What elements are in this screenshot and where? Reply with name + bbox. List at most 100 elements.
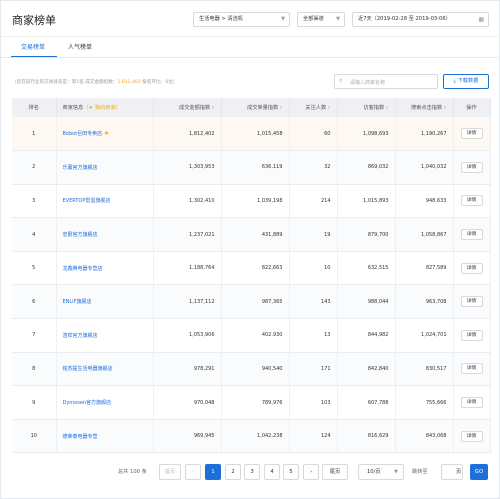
rank-cell: 9 <box>12 385 57 420</box>
table-row: 3 EVERTOP雷蛋旗舰店 1,302,410 1,039,198 214 1,015… <box>12 184 491 219</box>
header-unit[interactable]: 成交单量指数⇕ <box>221 98 290 117</box>
shop-cell: 忠爵官方旗舰店 <box>56 217 154 252</box>
header-clicks[interactable]: 搜索点击指数⇕ <box>395 98 454 117</box>
detail-button[interactable]: 详情 <box>460 161 483 173</box>
shop-link[interactable]: 渲铧官方旗舰店 <box>63 333 98 339</box>
summary-prefix: （您在该行业的交易排名是：第1名 成交金额指数： <box>12 80 118 85</box>
action-cell: 详情 <box>453 385 491 420</box>
category-select[interactable]: 生活电器 > 清洁机 ▼ <box>193 12 290 27</box>
page-3-button[interactable]: 3 <box>244 464 260 480</box>
total-count: 总共 100 条 <box>118 469 147 475</box>
header-unit-label: 成交单量指数 <box>247 105 279 111</box>
unit-cell: 636,119 <box>221 150 290 185</box>
action-cell: 详情 <box>453 419 491 454</box>
summary-suffix: 排名环比：0位） <box>140 80 178 85</box>
shop-link[interactable]: Dymosen官方旗舰店 <box>63 400 112 406</box>
detail-button[interactable]: 详情 <box>460 430 483 442</box>
header-amount-label: 成交金额指数 <box>179 105 211 111</box>
search-input[interactable]: 请输入商家名称 <box>350 79 385 86</box>
download-icon: ⤓ <box>453 78 456 84</box>
header-followers[interactable]: 关注人数⇕ <box>289 98 338 117</box>
chevron-down-icon: ▼ <box>281 16 285 22</box>
unit-cell: 402,930 <box>221 318 290 353</box>
shop-link[interactable]: 乐薯官方旗舰店 <box>63 165 98 171</box>
shop-link[interactable]: 忠爵官方旗舰店 <box>63 232 98 238</box>
visits-cell: 816,629 <box>337 419 396 454</box>
shop-cell: ENLiF旗舰店 <box>56 284 154 320</box>
shop-link[interactable]: ENLiF旗舰店 <box>63 299 92 305</box>
detail-button[interactable]: 详情 <box>460 128 483 140</box>
followers-cell: 10 <box>289 251 338 286</box>
followers-cell: 19 <box>289 217 338 252</box>
sort-icon: ⇕ <box>211 105 215 110</box>
tab-popularity-ranking[interactable]: 人气榜单 <box>68 42 92 51</box>
page-unit-label: 页 <box>456 469 462 475</box>
download-data-button[interactable]: ⤓ 下载数据 <box>443 74 489 89</box>
merchant-search[interactable]: ⌕ 请输入商家名称 <box>334 74 438 89</box>
chevron-down-icon: ▼ <box>394 469 398 475</box>
clicks-cell: 827,589 <box>395 251 454 286</box>
prev-page-button[interactable]: ‹ <box>185 464 201 480</box>
action-cell: 详情 <box>453 352 491 387</box>
shop-link[interactable]: 德荣泰电器专营 <box>63 434 98 440</box>
amount-cell: 970,048 <box>153 385 222 420</box>
header-shop: 商家信息（★ 我的商家） <box>56 98 154 117</box>
detail-button[interactable]: 详情 <box>460 363 483 375</box>
shop-link[interactable]: 龙鑫腾电器专营店 <box>63 266 103 272</box>
rank-cell: 1 <box>12 117 57 152</box>
header-visits[interactable]: 访客指数⇕ <box>337 98 396 117</box>
page-4-button[interactable]: 4 <box>264 464 280 480</box>
page-5-button[interactable]: 5 <box>283 464 299 480</box>
table-row: 1 Bobot巨田专卖店 ★ 1,812,402 1,015,458 60 1,098,6… <box>12 117 491 152</box>
visits-cell: 988,044 <box>337 284 396 320</box>
title-bar: 商家榜单 生活电器 > 清洁机 ▼ 全部渠道 ▼ 近7天（2019-02-28 … <box>1 1 500 37</box>
next-page-button[interactable]: › <box>303 464 319 480</box>
followers-cell: 60 <box>289 117 338 152</box>
header-visits-label: 访客指数 <box>363 105 385 111</box>
header-amount[interactable]: 成交金额指数⇕ <box>153 98 222 117</box>
visits-cell: 844,982 <box>337 318 396 353</box>
shop-link[interactable]: Bobot巨田专卖店 <box>63 131 103 137</box>
followers-cell: 32 <box>289 150 338 185</box>
action-cell: 详情 <box>453 150 491 185</box>
ranking-summary: （您在该行业的交易排名是：第1名 成交金额指数：1,812,402 排名环比：0… <box>12 79 177 85</box>
table-row: 2 乐薯官方旗舰店 1,303,953 636,119 32 869,032 1,040,… <box>12 150 491 185</box>
detail-button[interactable]: 详情 <box>460 296 483 308</box>
detail-button[interactable]: 详情 <box>460 229 483 241</box>
detail-button[interactable]: 详情 <box>460 397 483 409</box>
rank-cell: 7 <box>12 318 57 353</box>
shop-link[interactable]: 帕苏提生活电器旗舰店 <box>63 366 113 372</box>
sort-icon: ⇕ <box>385 105 389 110</box>
detail-button[interactable]: 详情 <box>460 329 483 341</box>
visits-cell: 869,032 <box>337 150 396 185</box>
visits-cell: 1,015,893 <box>337 184 396 219</box>
page-size-select[interactable]: 10/页 ▼ <box>358 464 404 480</box>
page-1-button[interactable]: 1 <box>205 464 221 480</box>
sort-icon: ⇕ <box>327 105 331 110</box>
visits-cell: 1,098,693 <box>337 117 396 152</box>
shop-cell: EVERTOP雷蛋旗舰店 <box>56 184 154 219</box>
calendar-icon: ▦ <box>478 16 484 23</box>
followers-cell: 143 <box>289 284 338 320</box>
detail-button[interactable]: 详情 <box>460 262 483 274</box>
shop-link[interactable]: EVERTOP雷蛋旗舰店 <box>63 198 111 204</box>
amount-cell: 1,137,112 <box>153 284 222 320</box>
page-title: 商家榜单 <box>12 14 56 27</box>
unit-cell: 1,015,458 <box>221 117 290 152</box>
detail-button[interactable]: 详情 <box>460 195 483 207</box>
search-icon: ⌕ <box>339 77 343 84</box>
channel-select[interactable]: 全部渠道 ▼ <box>297 12 345 27</box>
followers-cell: 103 <box>289 385 338 420</box>
page-2-button[interactable]: 2 <box>225 464 241 480</box>
unit-cell: 1,042,238 <box>221 419 290 454</box>
first-page-button[interactable]: 首页 <box>159 464 181 480</box>
go-button[interactable]: GO <box>470 464 488 480</box>
amount-cell: 1,303,953 <box>153 150 222 185</box>
unit-cell: 940,540 <box>221 352 290 387</box>
rank-cell: 10 <box>12 419 57 454</box>
last-page-button[interactable]: 尾页 <box>322 464 348 480</box>
tab-divider <box>1 57 500 58</box>
amount-cell: 978,291 <box>153 352 222 387</box>
tab-transaction-ranking[interactable]: 交易榜单 <box>21 42 45 51</box>
date-range-picker[interactable]: 近7天（2019-02-28 至 2019-03-06） ▦ <box>352 12 489 27</box>
